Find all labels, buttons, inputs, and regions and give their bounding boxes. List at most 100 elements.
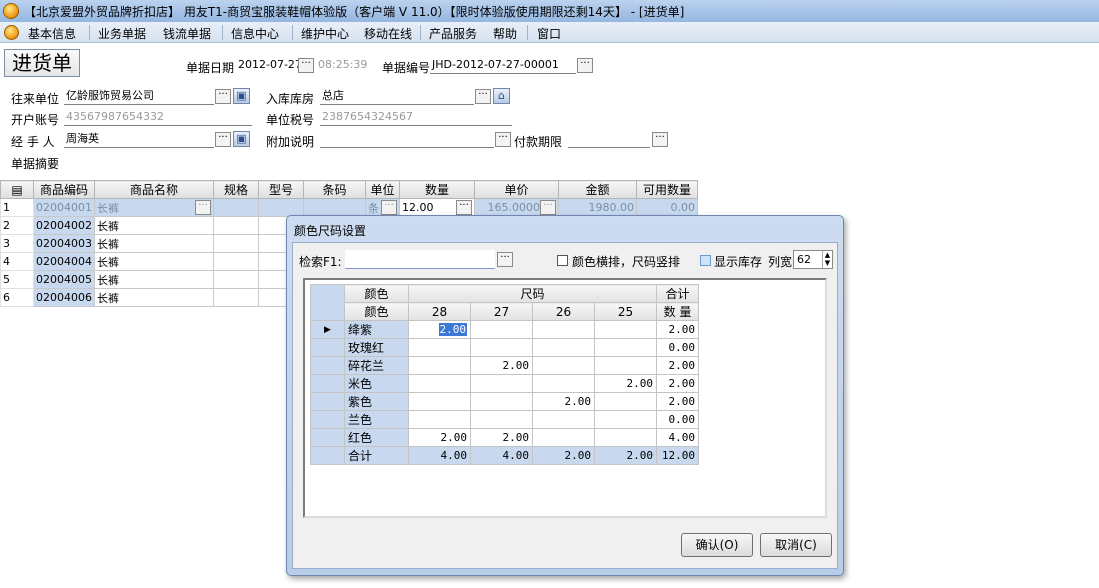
table-row[interactable]: 米色 2.00 2.00 <box>310 374 699 393</box>
table-row[interactable]: ▶ 绛紫 2.00 2.00 <box>310 320 699 339</box>
col-header-unit[interactable]: 单位 <box>365 180 400 199</box>
layout-checkbox[interactable] <box>557 255 568 266</box>
menu-mobile-online[interactable]: 移动在线 <box>364 25 412 42</box>
qty-cell[interactable] <box>532 410 595 429</box>
cell-name[interactable]: 长裤 <box>94 234 214 253</box>
time-field[interactable]: 08:25:39 <box>316 56 370 74</box>
table-row[interactable]: 兰色 0.00 <box>310 410 699 429</box>
cell-code[interactable]: 02004005 <box>33 270 95 289</box>
table-row[interactable]: 1 02004001 长裤 ··· 条 ··· 12.00 ··· 165.0000 ·… <box>0 198 698 217</box>
search-select-button[interactable]: ··· <box>497 252 513 267</box>
col-header-amount[interactable]: 金额 <box>558 180 637 199</box>
qty-cell[interactable] <box>532 374 595 393</box>
qty-cell[interactable] <box>470 392 533 411</box>
spinner-arrows-icon[interactable]: ▲ ▼ <box>822 251 832 268</box>
qty-cell[interactable] <box>532 356 595 375</box>
qty-cell[interactable] <box>408 338 471 357</box>
qty-cell[interactable] <box>408 410 471 429</box>
qty-cell[interactable]: 2.00 <box>594 374 657 393</box>
cell-spec[interactable] <box>213 234 259 253</box>
handler-card-icon[interactable]: ▣ <box>233 131 250 147</box>
layout-checkbox-label[interactable]: 颜色横排，尺码竖排 <box>572 253 680 270</box>
note-field[interactable] <box>320 130 494 148</box>
table-row[interactable]: 玫瑰红 0.00 <box>310 338 699 357</box>
cell-spec[interactable] <box>213 198 259 217</box>
cell-spec[interactable] <box>213 216 259 235</box>
name-select-button[interactable]: ··· <box>195 200 211 215</box>
account-field[interactable]: 43567987654332 <box>64 108 252 126</box>
partner-select-button[interactable]: ··· <box>215 89 231 104</box>
cell-code[interactable]: 02004003 <box>33 234 95 253</box>
grid-corner[interactable]: ▤ <box>0 180 34 199</box>
cell-name[interactable]: 长裤 <box>94 270 214 289</box>
date-field[interactable]: 2012-07-27 <box>236 56 302 74</box>
tax-field[interactable]: 2387654324567 <box>320 108 512 126</box>
qty-cell[interactable]: 2.00 <box>532 392 595 411</box>
qty-cell[interactable] <box>532 338 595 357</box>
qty-cell-editing[interactable]: 2.00 <box>438 323 467 336</box>
handler-field[interactable]: 周海英 <box>64 130 214 148</box>
cell-unit[interactable]: 条 ··· <box>365 198 400 217</box>
qty-cell[interactable] <box>408 374 471 393</box>
cell-price[interactable]: 165.0000 ··· <box>474 198 559 217</box>
warehouse-house-icon[interactable]: ⌂ <box>493 88 510 104</box>
column-width-spinner[interactable]: 62 ▲ ▼ <box>793 250 833 269</box>
cell-code[interactable]: 02004006 <box>33 288 95 307</box>
note-select-button[interactable]: ··· <box>495 132 511 147</box>
payterm-select-button[interactable]: ··· <box>652 132 668 147</box>
menu-logo-icon[interactable] <box>4 25 19 40</box>
number-field[interactable]: JHD-2012-07-27-00001 <box>430 56 576 74</box>
menu-cash-docs[interactable]: 钱流单据 <box>163 25 211 42</box>
cell-barcode[interactable] <box>303 198 366 217</box>
qty-cell[interactable] <box>594 320 657 339</box>
qty-cell[interactable] <box>532 320 595 339</box>
table-row[interactable]: 红色 2.00 2.00 4.00 <box>310 428 699 447</box>
number-picker-button[interactable]: ··· <box>577 58 593 73</box>
qty-color-size-button[interactable]: ··· <box>456 200 472 215</box>
qty-cell[interactable] <box>594 392 657 411</box>
unit-select-button[interactable]: ··· <box>381 200 397 215</box>
cell-qty[interactable]: 12.00 ··· <box>399 198 475 217</box>
warehouse-field[interactable]: 总店 <box>320 87 474 105</box>
qty-cell[interactable] <box>470 320 533 339</box>
partner-field[interactable]: 亿龄服饰贸易公司 <box>64 87 214 105</box>
menu-help[interactable]: 帮助 <box>493 25 517 42</box>
col-header-barcode[interactable]: 条码 <box>303 180 366 199</box>
qty-cell[interactable] <box>594 338 657 357</box>
warehouse-select-button[interactable]: ··· <box>475 89 491 104</box>
price-select-button[interactable]: ··· <box>540 200 556 215</box>
qty-cell[interactable] <box>470 374 533 393</box>
cell-spec[interactable] <box>213 288 259 307</box>
col-header-code[interactable]: 商品编码 <box>33 180 95 199</box>
qty-cell[interactable]: 2.00 <box>470 428 533 447</box>
cell-name[interactable]: 长裤 <box>94 252 214 271</box>
date-picker-button[interactable]: ··· <box>298 58 314 73</box>
col-header-model[interactable]: 型号 <box>258 180 304 199</box>
cell-code[interactable]: 02004001 <box>33 198 95 217</box>
col-header-available[interactable]: 可用数量 <box>636 180 698 199</box>
qty-cell[interactable] <box>594 410 657 429</box>
qty-cell[interactable] <box>470 410 533 429</box>
qty-cell[interactable]: 2.00 <box>408 320 471 339</box>
show-stock-checkbox[interactable] <box>700 255 711 266</box>
cell-code[interactable]: 02004002 <box>33 216 95 235</box>
col-header-qty[interactable]: 数量 <box>399 180 475 199</box>
col-header-name[interactable]: 商品名称 <box>94 180 214 199</box>
menu-info-center[interactable]: 信息中心 <box>231 25 279 42</box>
menu-business-docs[interactable]: 业务单据 <box>98 25 146 42</box>
cell-code[interactable]: 02004004 <box>33 252 95 271</box>
qty-cell[interactable] <box>594 428 657 447</box>
menu-basic-info[interactable]: 基本信息 <box>28 25 76 42</box>
cell-name[interactable]: 长裤 ··· <box>94 198 214 217</box>
menu-window[interactable]: 窗口 <box>537 25 561 42</box>
cell-model[interactable] <box>258 198 304 217</box>
table-row[interactable]: 碎花兰 2.00 2.00 <box>310 356 699 375</box>
qty-cell[interactable] <box>532 428 595 447</box>
payterm-field[interactable] <box>568 130 650 148</box>
cell-spec[interactable] <box>213 270 259 289</box>
cell-name[interactable]: 长裤 <box>94 216 214 235</box>
search-input[interactable] <box>345 250 495 269</box>
cell-name[interactable]: 长裤 <box>94 288 214 307</box>
cancel-button[interactable]: 取消(C) <box>760 533 832 557</box>
menu-maintenance[interactable]: 维护中心 <box>301 25 349 42</box>
